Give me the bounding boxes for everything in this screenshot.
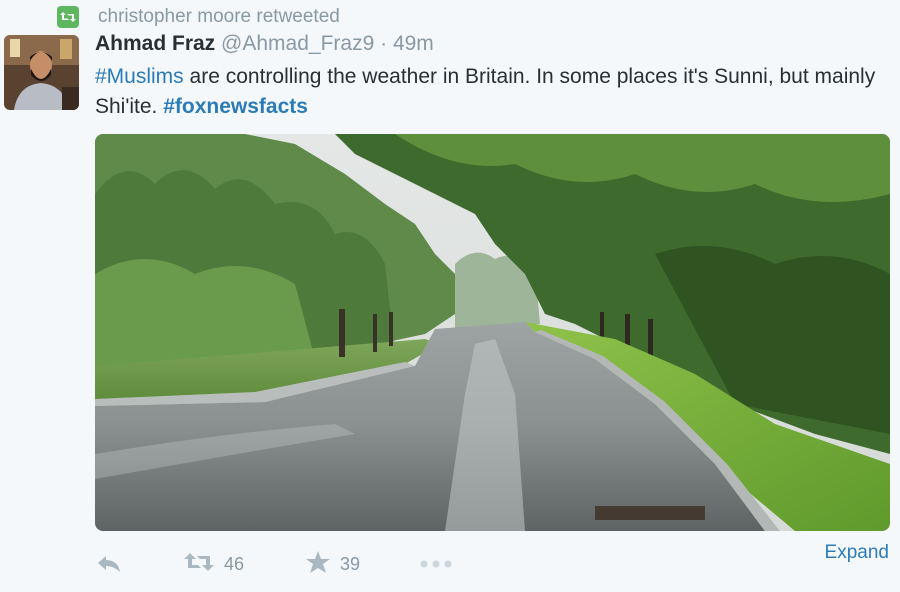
- more-icon[interactable]: [420, 559, 452, 569]
- tweet-text: #Muslims are controlling the weather in …: [95, 62, 885, 122]
- retweet-icon: [184, 552, 214, 577]
- display-name[interactable]: Ahmad Fraz: [95, 32, 215, 55]
- separator-dot: ·: [380, 32, 388, 55]
- star-icon: [306, 550, 331, 578]
- user-handle[interactable]: @Ahmad_Fraz9: [221, 32, 374, 55]
- retweet-context: christopher moore retweeted: [57, 4, 340, 30]
- tweet-photo[interactable]: [95, 134, 890, 531]
- tweet-header: Ahmad Fraz @Ahmad_Fraz9 · 49m: [95, 32, 434, 56]
- retweet-button[interactable]: 46: [184, 552, 244, 577]
- reply-icon[interactable]: [96, 554, 122, 574]
- hashtag-muslims[interactable]: #Muslims: [95, 65, 184, 88]
- retweet-count: 46: [224, 553, 245, 574]
- timestamp[interactable]: 49m: [393, 32, 434, 55]
- retweet-badge-icon: [57, 6, 79, 28]
- hashtag-foxnewsfacts[interactable]: #foxnewsfacts: [163, 95, 308, 118]
- tweet-actions: 46 39: [96, 548, 452, 580]
- favorite-count: 39: [340, 553, 361, 574]
- retweeted-by-text[interactable]: christopher moore retweeted: [98, 6, 340, 28]
- avatar[interactable]: [4, 35, 79, 110]
- expand-link[interactable]: Expand: [825, 542, 889, 564]
- favorite-button[interactable]: 39: [306, 550, 361, 578]
